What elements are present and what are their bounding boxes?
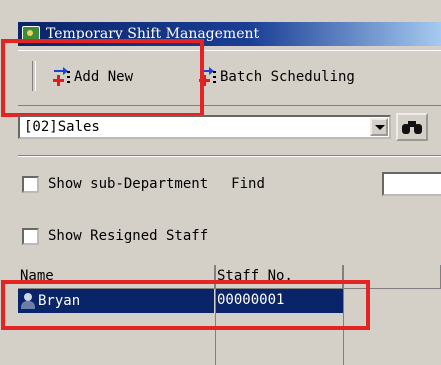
department-dropdown[interactable]: [02]Sales <box>18 115 391 139</box>
toolbar: Add New Batch Scheduling <box>18 50 441 106</box>
show-sub-department-checkbox[interactable] <box>22 175 39 193</box>
column-divider <box>343 265 344 365</box>
column-divider <box>215 265 216 365</box>
add-schedule-icon <box>52 67 72 87</box>
table-header: Name Staff No. <box>18 265 441 289</box>
toolbar-grip[interactable] <box>32 61 36 91</box>
empty-cell <box>343 289 441 313</box>
window-title: Temporary Shift Management <box>46 26 260 42</box>
find-label: Find <box>231 176 265 192</box>
show-resigned-row: Show Resigned Staff <box>22 225 208 247</box>
batch-schedule-icon <box>198 67 218 87</box>
column-header-empty <box>343 265 441 289</box>
app-icon <box>22 26 40 42</box>
department-selected-value: [02]Sales <box>24 119 100 135</box>
binoculars-icon <box>402 120 422 134</box>
show-sub-department-label: Show sub-Department <box>48 176 209 192</box>
person-icon <box>20 293 36 309</box>
divider <box>18 155 441 157</box>
search-button[interactable] <box>396 113 428 141</box>
column-header-name[interactable]: Name <box>18 265 215 289</box>
find-input[interactable] <box>382 172 441 196</box>
chevron-down-icon[interactable] <box>370 118 388 136</box>
add-new-button[interactable]: Add New <box>52 65 133 89</box>
staff-table: Name Staff No. Bryan 00000001 <box>18 265 441 365</box>
table-row[interactable]: Bryan 00000001 <box>18 289 441 313</box>
show-sub-department-row: Show sub-Department Find <box>22 173 265 195</box>
batch-scheduling-button[interactable]: Batch Scheduling <box>198 65 355 89</box>
staff-no-cell: 00000001 <box>215 289 343 313</box>
batch-scheduling-label: Batch Scheduling <box>220 69 355 85</box>
show-resigned-label: Show Resigned Staff <box>48 228 209 244</box>
add-new-label: Add New <box>74 69 134 85</box>
staff-name: Bryan <box>38 293 81 309</box>
name-cell: Bryan <box>18 289 215 313</box>
show-resigned-checkbox[interactable] <box>22 227 39 245</box>
column-header-staff-no[interactable]: Staff No. <box>215 265 343 289</box>
title-bar: Temporary Shift Management <box>18 22 441 46</box>
